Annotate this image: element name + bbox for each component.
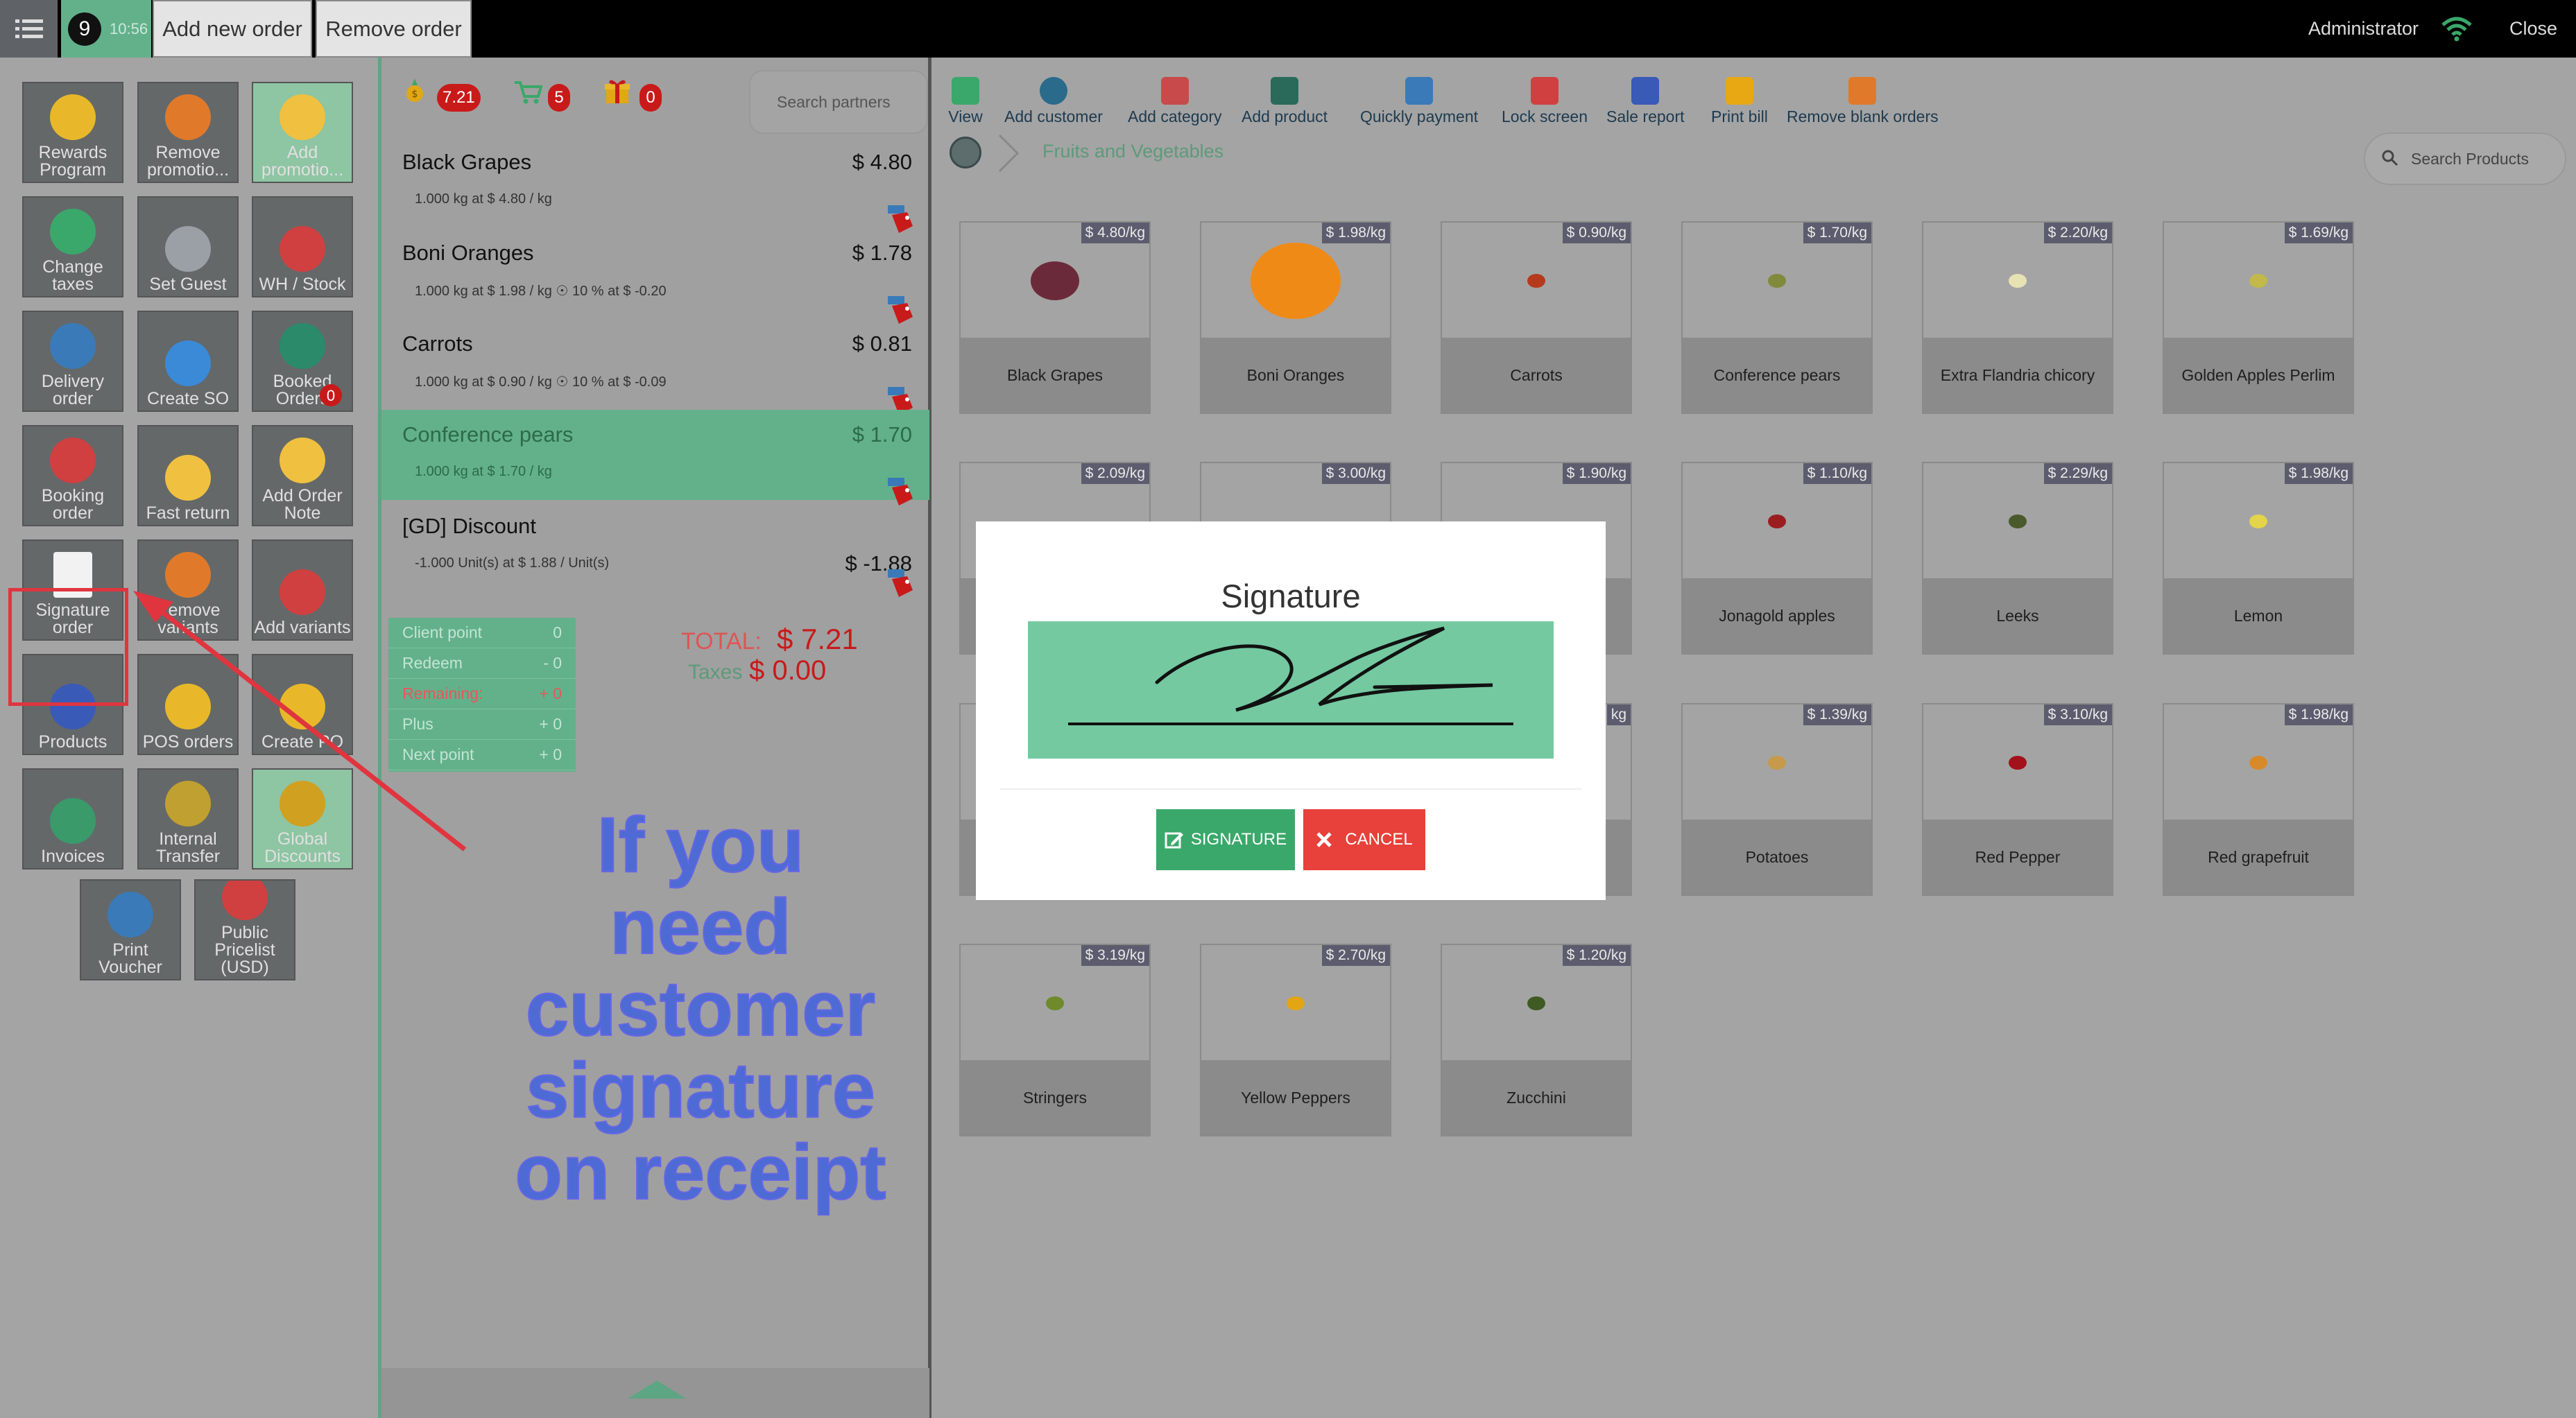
cancel-button[interactable]: CANCEL bbox=[1303, 809, 1425, 870]
signature-button[interactable]: SIGNATURE bbox=[1156, 809, 1295, 870]
signature-dialog: Signature SIGNATURE CANCEL bbox=[976, 521, 1606, 900]
cancel-button-label: CANCEL bbox=[1345, 830, 1413, 849]
edit-icon bbox=[1165, 832, 1183, 849]
dialog-divider bbox=[1000, 788, 1581, 790]
signature-stroke bbox=[1068, 626, 1513, 725]
signature-pad[interactable] bbox=[1028, 621, 1554, 759]
dialog-title: Signature bbox=[1221, 578, 1361, 614]
annotation-text: If you need customer signature on receip… bbox=[514, 802, 886, 1216]
signature-button-label: SIGNATURE bbox=[1190, 830, 1287, 849]
close-icon bbox=[1316, 832, 1332, 847]
